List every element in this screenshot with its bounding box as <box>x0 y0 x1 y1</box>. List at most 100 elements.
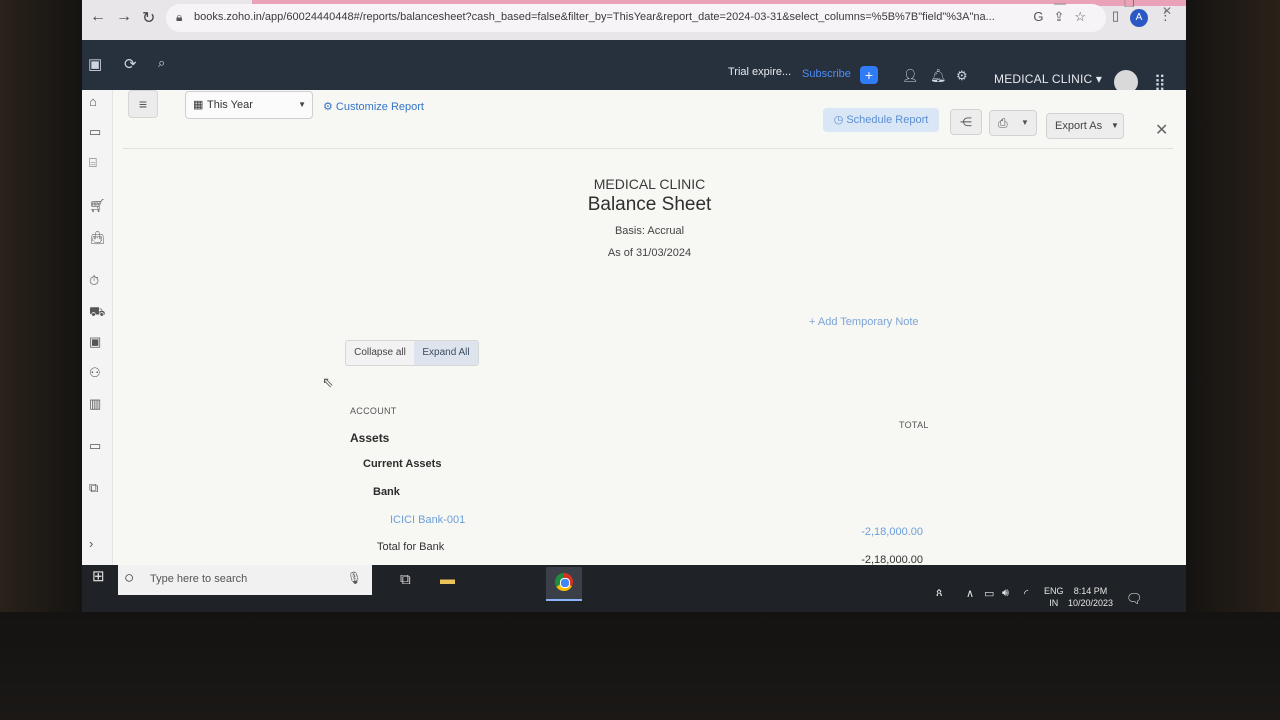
column-header-total: TOTAL <box>899 420 929 430</box>
customize-report-button[interactable]: ⚙ Customize Report <box>323 100 424 113</box>
browser-toolbar: ← → ↻ 🔒︎ books.zoho.in/app/60024440448#/… <box>82 0 1186 40</box>
google-icon[interactable]: G <box>1033 9 1053 24</box>
collapse-all-button[interactable]: Collapse all <box>346 341 415 365</box>
restore-icon[interactable]: ❐ <box>1124 0 1135 10</box>
period-label: This Year <box>207 99 253 111</box>
language-indicator[interactable]: ENG IN <box>1044 585 1064 609</box>
report-title: Balance Sheet <box>587 194 712 215</box>
windows-start-icon[interactable]: ⊞ <box>92 567 105 585</box>
amount-icici[interactable]: -2,18,000.00 <box>803 526 923 538</box>
search-icon[interactable]: ⌕ <box>158 55 165 71</box>
calendar-icon: ▦ <box>193 99 204 111</box>
clock-time: 8:14 PM <box>1073 586 1108 596</box>
print-button[interactable]: ⎙ ▼ <box>989 110 1037 136</box>
file-explorer-icon[interactable]: ▬ <box>440 571 455 588</box>
window-close-icon[interactable]: ✕ <box>1162 4 1172 18</box>
chevron-down-icon: ▼ <box>1111 121 1119 130</box>
bookmark-star-icon[interactable]: ☆ <box>1074 9 1096 24</box>
time-tracking-icon[interactable]: ⏱︎ <box>89 273 99 289</box>
app-header: ▣ ⟳ ⌕ Trial expire... Subscribe + 👤︎ 🔔︎ … <box>82 40 1186 94</box>
report-org-name: MEDICAL CLINIC <box>593 176 706 192</box>
ewaybill-truck-icon[interactable]: ⛟ <box>89 304 105 322</box>
mouse-pointer-icon: ⇖ <box>322 374 334 390</box>
wifi-icon[interactable]: ◜ <box>1024 587 1028 600</box>
recent-activity-icon[interactable]: ⟳ <box>124 55 137 73</box>
action-center-icon[interactable]: 🗨︎ <box>1126 591 1143 607</box>
notifications-bell-icon[interactable]: 🔔︎ <box>930 68 947 84</box>
language-code: ENG <box>1044 586 1064 596</box>
users-icon[interactable]: 👤︎ <box>902 68 919 84</box>
toolbar-divider <box>123 148 1173 149</box>
customize-label: Customize Report <box>335 101 424 113</box>
add-temporary-note-link[interactable]: + Add Temporary Note <box>809 316 919 328</box>
schedule-report-button[interactable]: ◷ Schedule Report <box>823 108 939 132</box>
sidebar: ⌂ ▭ ⌸ 🛒︎ 👜︎ ⏱︎ ⛟ ▣ ⚇ ▥ ▭ ⧉ › <box>82 90 113 565</box>
quick-create-button[interactable]: + <box>860 66 878 84</box>
battery-icon[interactable]: ▭ <box>984 587 994 600</box>
row-total-bank: Total for Bank <box>377 541 445 553</box>
purchases-bag-icon[interactable]: 👜︎ <box>89 230 106 246</box>
schedule-label: Schedule Report <box>846 114 929 126</box>
screen-bezel-bottom <box>0 612 1280 720</box>
taskbar-search-placeholder: Type here to search <box>150 573 248 585</box>
chevron-down-icon[interactable]: ▼ <box>1021 111 1029 135</box>
home-icon[interactable]: ⌂ <box>89 94 97 109</box>
reload-icon[interactable]: ↻ <box>142 8 155 28</box>
profile-avatar[interactable]: A <box>1130 9 1148 27</box>
region-code: IN <box>1049 598 1059 608</box>
documents-folder-icon[interactable]: ▭ <box>89 438 101 454</box>
expand-sidebar-icon[interactable]: › <box>89 536 93 551</box>
expand-all-button[interactable]: Expand All <box>414 341 478 365</box>
export-label: Export As <box>1055 120 1103 132</box>
chrome-taskbar-button[interactable] <box>546 567 582 601</box>
sales-cart-icon[interactable]: 🛒︎ <box>89 198 106 214</box>
reports-chart-icon[interactable]: ▥ <box>89 396 101 412</box>
collapse-expand-group: Collapse all Expand All <box>345 340 479 366</box>
app-grid-icon[interactable]: ⣿ <box>1154 72 1166 92</box>
back-icon[interactable]: ← <box>90 8 106 26</box>
share-button[interactable]: ⋲ <box>950 109 982 135</box>
people-icon[interactable]: ጰ <box>936 587 943 600</box>
task-view-icon[interactable]: ⧉ <box>400 571 411 588</box>
row-bank: Bank <box>373 486 400 498</box>
url-text: books.zoho.in/app/60024440448#/reports/b… <box>194 11 995 23</box>
clock[interactable]: 8:14 PM 10/20/2023 <box>1068 585 1113 609</box>
banking-icon[interactable]: ⌸ <box>89 155 97 171</box>
report-basis: Basis: Accrual <box>614 225 685 237</box>
minimize-icon[interactable]: — <box>1054 0 1066 10</box>
organization-switcher[interactable]: MEDICAL CLINIC ▾ <box>994 72 1102 86</box>
close-report-icon[interactable]: ✕ <box>1155 120 1168 140</box>
volume-icon[interactable]: 🔊︎ <box>1002 587 1009 600</box>
settings-gear-icon[interactable]: ⚙ <box>956 68 968 84</box>
clock-date: 10/20/2023 <box>1068 598 1114 608</box>
share-icon: ⋲ <box>960 115 972 129</box>
row-assets: Assets <box>350 431 390 445</box>
column-header-account: ACCOUNT <box>350 406 397 416</box>
account-link-icici[interactable]: ICICI Bank-001 <box>390 514 465 526</box>
items-icon[interactable]: ▭ <box>89 124 101 140</box>
taskbar-search-box[interactable]: ○ Type here to search 🎙︎ <box>118 565 372 595</box>
windows-taskbar: ⊞ ○ Type here to search 🎙︎ ⧉ ▬ ጰ ∧ ▭ 🔊︎ … <box>82 565 1186 612</box>
forward-icon[interactable]: → <box>116 8 132 26</box>
export-as-button[interactable]: Export As ▼ <box>1046 113 1124 139</box>
row-current-assets: Current Assets <box>363 458 442 470</box>
filing-icon[interactable]: ▣ <box>89 334 101 350</box>
chrome-icon <box>555 573 573 591</box>
report-date: As of 31/03/2024 <box>607 247 692 259</box>
side-panel-icon[interactable]: ▯ <box>1112 8 1119 23</box>
microphone-icon[interactable]: 🎙︎ <box>347 571 362 585</box>
report-menu-button[interactable]: ≡ <box>128 90 158 118</box>
report-content: ≡ ▦ This Year ▼ ⚙ Customize Report ◷ Sch… <box>113 90 1186 566</box>
trial-notice: Trial expire... <box>728 66 792 78</box>
screen: ← → ↻ 🔒︎ books.zoho.in/app/60024440448#/… <box>82 0 1186 612</box>
zoho-books-logo-icon[interactable]: ▣ <box>88 55 102 73</box>
org-name: MEDICAL CLINIC <box>994 72 1093 86</box>
web-tabs-icon[interactable]: ⧉ <box>89 480 98 496</box>
show-hidden-icons-chevron-icon[interactable]: ∧ <box>966 587 974 600</box>
lock-icon: 🔒︎ <box>176 10 183 24</box>
address-bar[interactable]: 🔒︎ books.zoho.in/app/60024440448#/report… <box>166 4 1106 32</box>
period-dropdown[interactable]: ▦ This Year ▼ <box>185 91 313 119</box>
accountant-icon[interactable]: ⚇ <box>89 365 101 381</box>
share-page-icon[interactable]: ⇪ <box>1053 9 1074 24</box>
subscribe-link[interactable]: Subscribe <box>802 68 851 80</box>
